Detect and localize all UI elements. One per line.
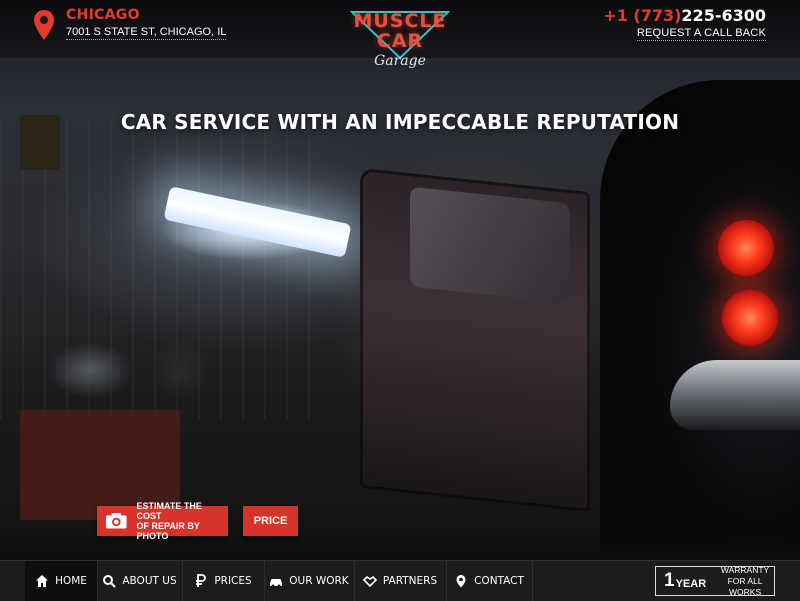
nav-label-about-us: ABOUT US (122, 575, 177, 587)
car-bumper (670, 360, 800, 430)
estimate-line-2: OF REPAIR BY PHOTO (136, 521, 200, 541)
site-header: CHICAGO 7001 S STATE ST, CHICAGO, IL MUS… (0, 0, 800, 69)
phone-prefix: +1 (773) (603, 6, 682, 25)
hero-headline: CAR SERVICE WITH AN IMPECCABLE REPUTATIO… (120, 110, 680, 134)
nav-label-partners: PARTNERS (382, 575, 438, 587)
warranty-text: WARRANTY FOR ALL WORKS (716, 565, 774, 598)
request-callback-link[interactable]: REQUEST A CALL BACK (636, 27, 766, 41)
car-taillight (722, 290, 778, 346)
nav-item-about-us[interactable]: ABOUT US (97, 561, 183, 601)
nav-label-contact: CONTACT (474, 575, 524, 587)
nav-item-contact[interactable]: CONTACT (446, 561, 533, 601)
city-name: CHICAGO (66, 7, 140, 23)
warranty-badge: 1 YEAR WARRANTY FOR ALL WORKS (655, 565, 775, 598)
handshake-icon (362, 575, 377, 588)
logo-line-2: CAR (376, 30, 424, 52)
warranty-number: 1 (664, 570, 675, 591)
ruble-icon (196, 574, 207, 587)
nav-item-home[interactable]: HOME (25, 561, 98, 601)
location-pin-icon (456, 575, 466, 588)
warranty-unit: YEAR (675, 577, 707, 590)
address-link[interactable]: 7001 S STATE ST, CHICAGO, IL (66, 26, 227, 40)
logo-line-1: MUSCLE (353, 10, 447, 32)
estimate-line-1: ESTIMATE THE COST (136, 501, 202, 521)
car-door-window (410, 186, 570, 304)
phone-digits: 225-6300 (681, 6, 766, 25)
site-logo[interactable]: MUSCLE CAR Garage (340, 6, 460, 72)
search-icon (103, 575, 117, 588)
nav-item-prices[interactable]: PRICES (182, 561, 265, 601)
bench-items (40, 330, 220, 420)
nav-item-partners[interactable]: PARTNERS (354, 561, 447, 601)
home-icon (36, 575, 49, 587)
car-taillight (718, 220, 774, 276)
phone-number[interactable]: +1 (773)225-6300 (603, 6, 766, 25)
logo-script: Garage (374, 53, 426, 69)
price-button[interactable]: PRICE (243, 506, 298, 536)
nav-label-prices: PRICES (214, 575, 252, 587)
warranty-line-2: FOR ALL WORKS (727, 575, 763, 597)
nav-item-our-work[interactable]: OUR WORK (264, 561, 355, 601)
car-icon (270, 579, 283, 588)
location-pin-icon (34, 10, 54, 40)
camera-icon (105, 513, 127, 529)
estimate-cost-button[interactable]: ESTIMATE THE COST OF REPAIR BY PHOTO (97, 501, 228, 541)
hero-background-photo (0, 0, 800, 560)
estimate-cost-label: ESTIMATE THE COST OF REPAIR BY PHOTO (137, 501, 228, 541)
nav-label-home: HOME (55, 575, 87, 587)
warranty-line-1: WARRANTY (720, 564, 770, 575)
nav-label-our-work: OUR WORK (289, 575, 349, 587)
